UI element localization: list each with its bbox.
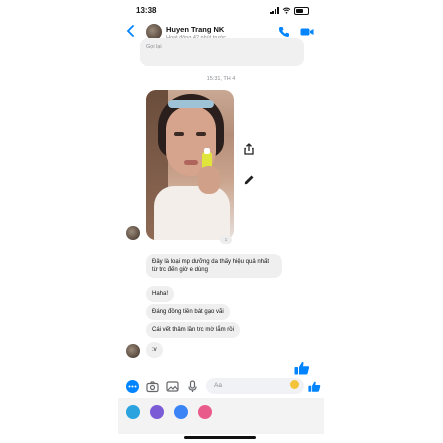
- chevron-left-icon[interactable]: [124, 24, 138, 38]
- messenger-screen: 13:38 Huyen Trang NK Hoạt động 42 phút t…: [118, 0, 324, 443]
- battery-icon: [294, 7, 309, 15]
- signal-app-icon[interactable]: [174, 405, 188, 419]
- more-icon[interactable]: [126, 380, 139, 393]
- sender-avatar[interactable]: [126, 344, 140, 358]
- status-time: 13:38: [136, 6, 157, 15]
- video-camera-icon[interactable]: [300, 27, 314, 37]
- viber-icon[interactable]: [150, 405, 164, 419]
- signal-icon: [270, 7, 279, 14]
- camera-icon[interactable]: [146, 380, 159, 393]
- share-icon[interactable]: [242, 142, 256, 156]
- photo-message[interactable]: [146, 90, 234, 240]
- photo-count-badge: 1: [220, 236, 232, 244]
- message-bubble[interactable]: :v: [146, 342, 163, 359]
- pencil-icon[interactable]: [242, 173, 256, 187]
- previous-message-text: Gọi lại: [146, 44, 162, 50]
- wifi-icon: [282, 7, 291, 14]
- previous-call-message[interactable]: Gọi lại: [140, 38, 304, 66]
- message-input-placeholder: Aa: [214, 382, 222, 389]
- image-icon[interactable]: [166, 380, 179, 393]
- emoji-icon[interactable]: [290, 380, 299, 389]
- message-bubble[interactable]: Haha!: [146, 286, 175, 303]
- status-bar: 13:38: [118, 0, 324, 20]
- message-bubble[interactable]: Đáng đồng tiền bát gạo vãi: [146, 304, 230, 321]
- phone-icon[interactable]: [278, 26, 290, 38]
- share-apps-strip: [118, 398, 324, 434]
- thumbs-up-icon[interactable]: [308, 380, 321, 393]
- contact-name[interactable]: Huyen Trang NK: [166, 25, 224, 34]
- message-composer: Aa: [118, 376, 324, 398]
- home-indicator: [184, 436, 256, 439]
- thumbs-up-icon: [294, 361, 310, 375]
- status-icons: [270, 7, 310, 15]
- microphone-icon[interactable]: [186, 380, 199, 393]
- sender-avatar[interactable]: [126, 226, 140, 240]
- message-bubble[interactable]: Cái vết thâm lần trc mờ lắm rồi: [146, 322, 240, 339]
- message-bubble[interactable]: Đây là loại mp dưỡng da thấy hiệu quả nh…: [146, 254, 282, 279]
- message-timestamp: 15:31, TH 4: [206, 76, 236, 82]
- telegram-icon[interactable]: [126, 405, 140, 419]
- app-icon[interactable]: [198, 405, 212, 419]
